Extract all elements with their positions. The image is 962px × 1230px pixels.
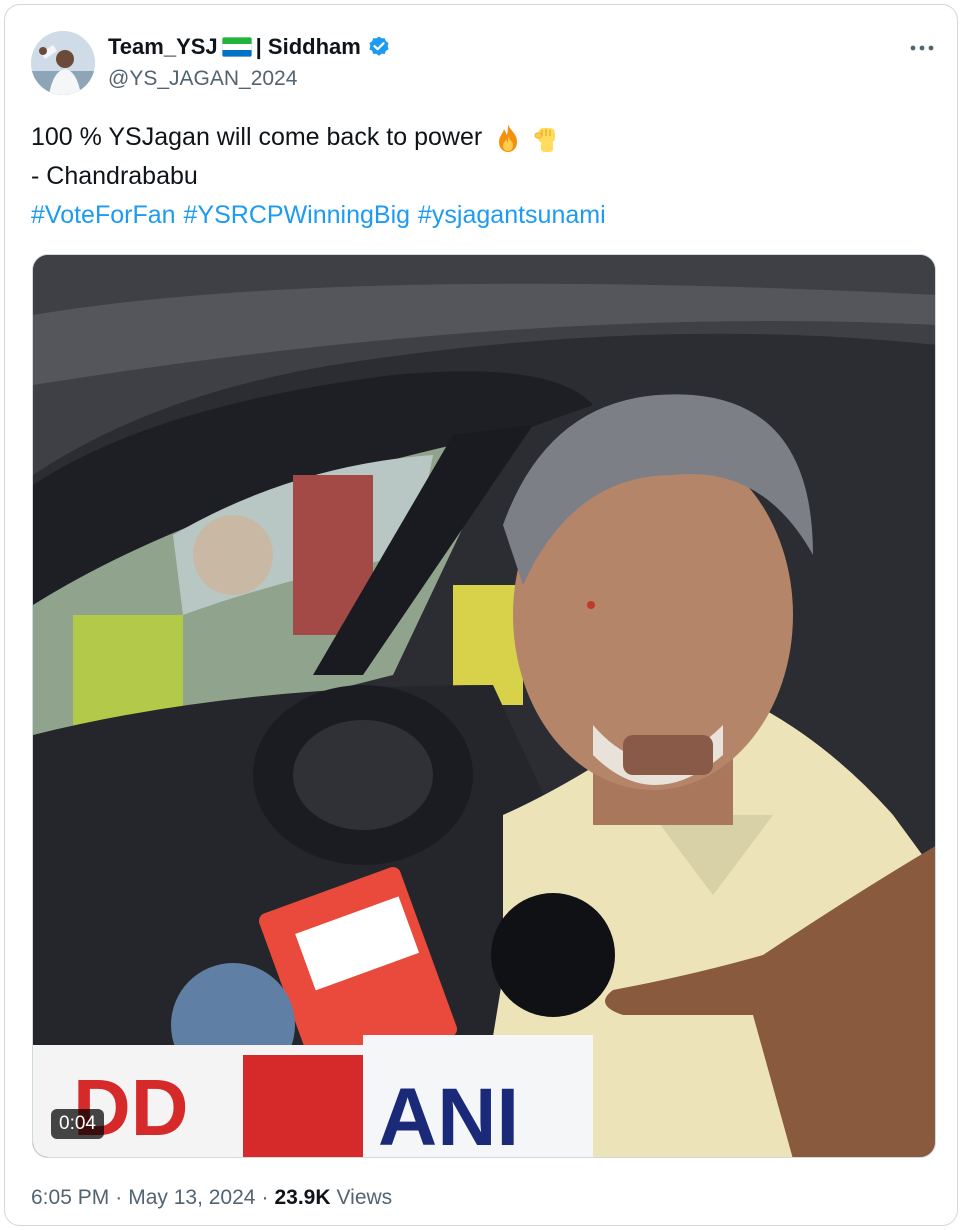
tweet-date[interactable]: May 13, 2024 bbox=[128, 1186, 255, 1210]
views-count[interactable]: 23.9K bbox=[274, 1186, 330, 1210]
tweet-line-1: 100 % YSJagan will come back to power bbox=[31, 118, 931, 157]
video-frame: ANI DD bbox=[33, 255, 935, 1158]
flag-sierra-leone-icon bbox=[221, 37, 252, 57]
verified-badge-icon[interactable] bbox=[367, 35, 391, 59]
author-avatar[interactable] bbox=[31, 31, 95, 95]
author-handle[interactable]: @YS_JAGAN_2024 bbox=[108, 67, 297, 91]
video-duration: 0:04 bbox=[51, 1109, 104, 1139]
fire-emoji-icon bbox=[492, 122, 524, 154]
tweet-line-2: - Chandrababu bbox=[31, 162, 198, 190]
more-horizontal-icon[interactable] bbox=[906, 36, 938, 60]
raised-fist-emoji-icon bbox=[530, 122, 562, 154]
author-name-row[interactable]: Team_YSJ | Siddham bbox=[108, 34, 391, 60]
tweet-line-1-text: 100 % YSJagan will come back to power bbox=[31, 123, 483, 151]
tweet-meta: 6:05 PM · May 13, 2024 · 23.9K Views bbox=[31, 1186, 392, 1210]
mic-label-ani: ANI bbox=[378, 1072, 519, 1158]
tweet-time[interactable]: 6:05 PM bbox=[31, 1186, 109, 1210]
author-display-name[interactable]: Team_YSJ bbox=[108, 34, 218, 60]
meta-separator: · bbox=[115, 1186, 123, 1209]
meta-separator: · bbox=[261, 1186, 269, 1209]
video-player[interactable]: ANI DD 0:04 bbox=[32, 254, 936, 1158]
hashtag-votforfan[interactable]: #VoteForFan bbox=[31, 196, 176, 235]
avatar-image bbox=[31, 31, 95, 95]
hashtag-ysrcpwinningbig[interactable]: #YSRCPWinningBig bbox=[184, 196, 411, 235]
views-label[interactable]: Views bbox=[337, 1186, 393, 1210]
hashtag-ysjagantsunami[interactable]: #ysjagantsunami bbox=[418, 196, 606, 235]
author-display-suffix[interactable]: | Siddham bbox=[256, 34, 361, 60]
tweet-text: 100 % YSJagan will come back to power - … bbox=[31, 118, 931, 235]
hashtags: #VoteForFan #YSRCPWinningBig #ysjagantsu… bbox=[31, 196, 931, 235]
